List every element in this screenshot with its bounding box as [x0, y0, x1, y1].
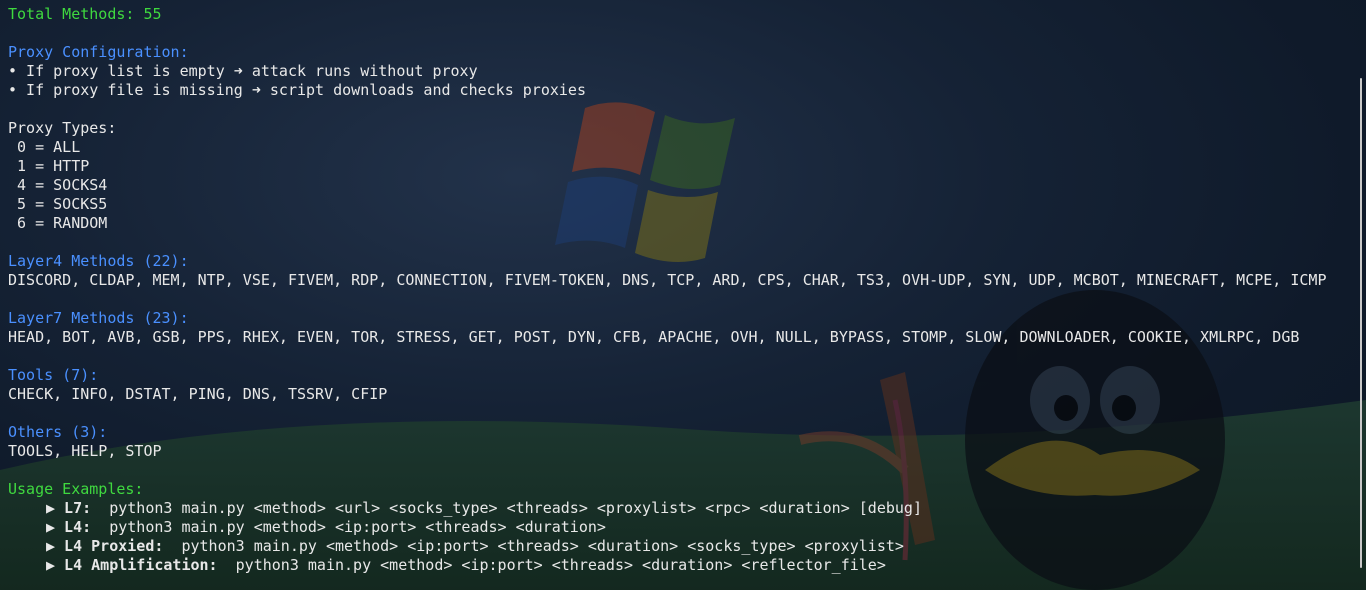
proxy-note-empty: • If proxy list is empty ➜ attack runs w… [8, 62, 478, 80]
proxy-type-item: 1 = HTTP [8, 157, 90, 175]
proxy-note-missing: • If proxy file is missing ➜ script down… [8, 81, 586, 99]
proxy-type-item: 6 = RANDOM [8, 214, 108, 232]
terminal-output: Total Methods: 55 Proxy Configuration: •… [8, 5, 1346, 575]
layer4-methods-heading: Layer4 Methods (22): [8, 252, 189, 270]
others-list: TOOLS, HELP, STOP [8, 442, 162, 460]
usage-label: ▶ L4 Amplification: [46, 556, 218, 574]
usage-command: python3 main.py <method> <url> <socks_ty… [91, 499, 922, 517]
proxy-types-heading: Proxy Types: [8, 119, 117, 137]
layer7-methods-list: HEAD, BOT, AVB, GSB, PPS, RHEX, EVEN, TO… [8, 328, 1300, 346]
usage-examples-heading: Usage Examples: [8, 480, 144, 498]
usage-command: python3 main.py <method> <ip:port> <thre… [91, 518, 606, 536]
usage-label: ▶ L4 Proxied: [46, 537, 164, 555]
usage-example-l7: ▶ L7: python3 main.py <method> <url> <so… [8, 499, 1346, 518]
proxy-configuration-heading: Proxy Configuration: [8, 43, 189, 61]
usage-label: ▶ L4: [46, 518, 92, 536]
proxy-type-item: 0 = ALL [8, 138, 81, 156]
usage-command: python3 main.py <method> <ip:port> <thre… [217, 556, 886, 574]
terminal-scrollbar[interactable] [1360, 78, 1362, 568]
usage-command: python3 main.py <method> <ip:port> <thre… [163, 537, 904, 555]
tools-list: CHECK, INFO, DSTAT, PING, DNS, TSSRV, CF… [8, 385, 388, 403]
others-heading: Others (3): [8, 423, 108, 441]
proxy-type-item: 5 = SOCKS5 [8, 195, 108, 213]
proxy-type-item: 4 = SOCKS4 [8, 176, 108, 194]
usage-label: ▶ L7: [46, 499, 92, 517]
usage-example-l4-proxied: ▶ L4 Proxied: python3 main.py <method> <… [8, 537, 1346, 556]
layer4-methods-list: DISCORD, CLDAP, MEM, NTP, VSE, FIVEM, RD… [8, 271, 1327, 289]
usage-example-l4-amplification: ▶ L4 Amplification: python3 main.py <met… [8, 556, 1346, 575]
tools-heading: Tools (7): [8, 366, 99, 384]
total-methods-line: Total Methods: 55 [8, 5, 162, 23]
usage-example-l4: ▶ L4: python3 main.py <method> <ip:port>… [8, 518, 1346, 537]
layer7-methods-heading: Layer7 Methods (23): [8, 309, 189, 327]
